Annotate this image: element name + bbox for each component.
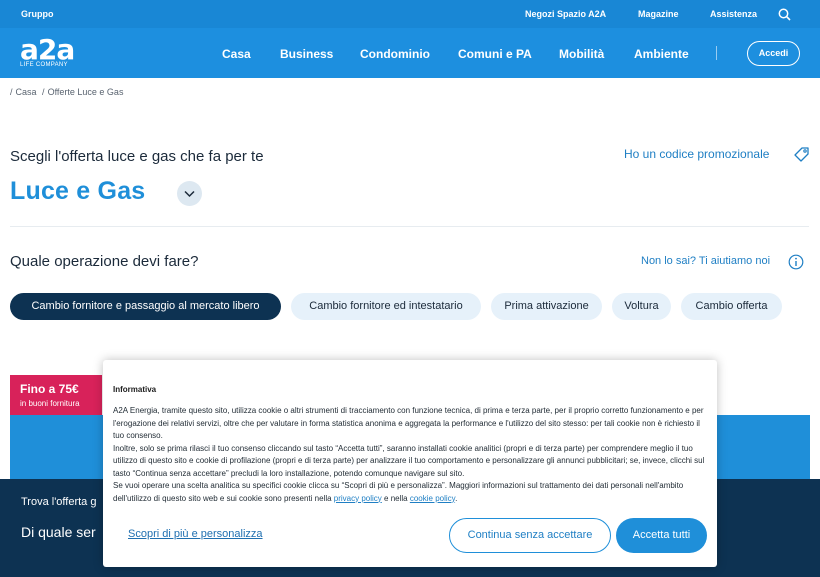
continue-without-accepting-button[interactable]: Continua senza accettare: [449, 518, 611, 553]
finder-line-2: Di quale ser: [21, 524, 96, 540]
cookie-paragraph-1: A2A Energia, tramite questo sito, utiliz…: [113, 406, 704, 440]
accept-all-button[interactable]: Accetta tutti: [616, 518, 707, 553]
nav-item-business[interactable]: Business: [280, 47, 333, 61]
selected-product[interactable]: Luce e Gas: [10, 177, 145, 206]
badge-title: Fino a 75€: [20, 382, 79, 396]
help-link[interactable]: Non lo sai? Ti aiutiamo noi: [641, 255, 770, 267]
nav-item-casa[interactable]: Casa: [222, 47, 251, 61]
nav-item-mobilita[interactable]: Mobilità: [559, 47, 604, 61]
cookie-end-text: .: [455, 493, 458, 503]
search-icon[interactable]: [778, 8, 791, 21]
cookie-paragraph-3: Se vuoi operare una scelta analitica su …: [113, 480, 709, 505]
login-button[interactable]: Accedi: [747, 41, 800, 66]
cookie-text: A2A Energia, tramite questo sito, utiliz…: [113, 405, 709, 505]
chip-cambio-offerta[interactable]: Cambio offerta: [681, 293, 782, 320]
privacy-policy-link[interactable]: privacy policy: [334, 494, 382, 503]
negozi-link[interactable]: Negozi Spazio A2A: [525, 9, 606, 19]
logo-mark: a2a: [20, 33, 75, 66]
info-icon[interactable]: [788, 254, 804, 270]
breadcrumb: / Casa / Offerte Luce e Gas: [10, 87, 126, 97]
top-utility-bar: Gruppo Negozi Spazio A2A Magazine Assist…: [0, 0, 820, 28]
cookie-policy-link[interactable]: cookie policy: [410, 494, 455, 503]
nav-item-comuni-pa[interactable]: Comuni e PA: [458, 47, 532, 61]
main-nav: a2a LIFE COMPANY Casa Business Condomini…: [0, 28, 820, 78]
assistenza-link[interactable]: Assistenza: [710, 9, 757, 19]
nav-item-condominio[interactable]: Condominio: [360, 47, 430, 61]
product-dropdown-button[interactable]: [177, 181, 202, 206]
badge-subtitle: in buoni fornitura: [20, 399, 80, 408]
tag-icon[interactable]: [793, 146, 810, 163]
gruppo-link[interactable]: Gruppo: [21, 9, 54, 19]
breadcrumb-casa[interactable]: Casa: [16, 87, 37, 97]
cookie-banner: Informativa A2A Energia, tramite questo …: [103, 360, 717, 567]
cookie-and-text: e nella: [384, 493, 408, 503]
chip-cambio-fornitore-mercato-libero[interactable]: Cambio fornitore e passaggio al mercato …: [10, 293, 281, 320]
chip-voltura[interactable]: Voltura: [612, 293, 671, 320]
chip-cambio-fornitore-intestatario[interactable]: Cambio fornitore ed intestatario: [291, 293, 481, 320]
offer-intro: Scegli l'offerta luce e gas che fa per t…: [10, 148, 264, 165]
promo-code-link[interactable]: Ho un codice promozionale: [624, 147, 769, 161]
operation-question: Quale operazione devi fare?: [10, 253, 199, 270]
a2a-logo[interactable]: a2a LIFE COMPANY: [20, 33, 82, 71]
breadcrumb-current: Offerte Luce e Gas: [47, 87, 124, 97]
cookie-paragraph-2: Inoltre, solo se prima rilasci il tuo co…: [113, 443, 705, 478]
breadcrumb-separator: /: [10, 87, 13, 97]
finder-line-1: Trova l'offerta g: [21, 496, 97, 508]
nav-item-ambiente[interactable]: Ambiente: [634, 47, 689, 61]
chip-prima-attivazione[interactable]: Prima attivazione: [491, 293, 602, 320]
nav-divider: [716, 46, 717, 60]
promo-badge: Fino a 75€ in buoni fornitura: [10, 375, 102, 415]
cookie-title: Informativa: [113, 385, 157, 394]
chevron-down-icon: [184, 190, 195, 198]
customize-cookies-link[interactable]: Scopri di più e personalizza: [128, 528, 263, 540]
magazine-link[interactable]: Magazine: [638, 9, 679, 19]
section-divider: [10, 226, 809, 227]
breadcrumb-separator: /: [42, 87, 45, 97]
